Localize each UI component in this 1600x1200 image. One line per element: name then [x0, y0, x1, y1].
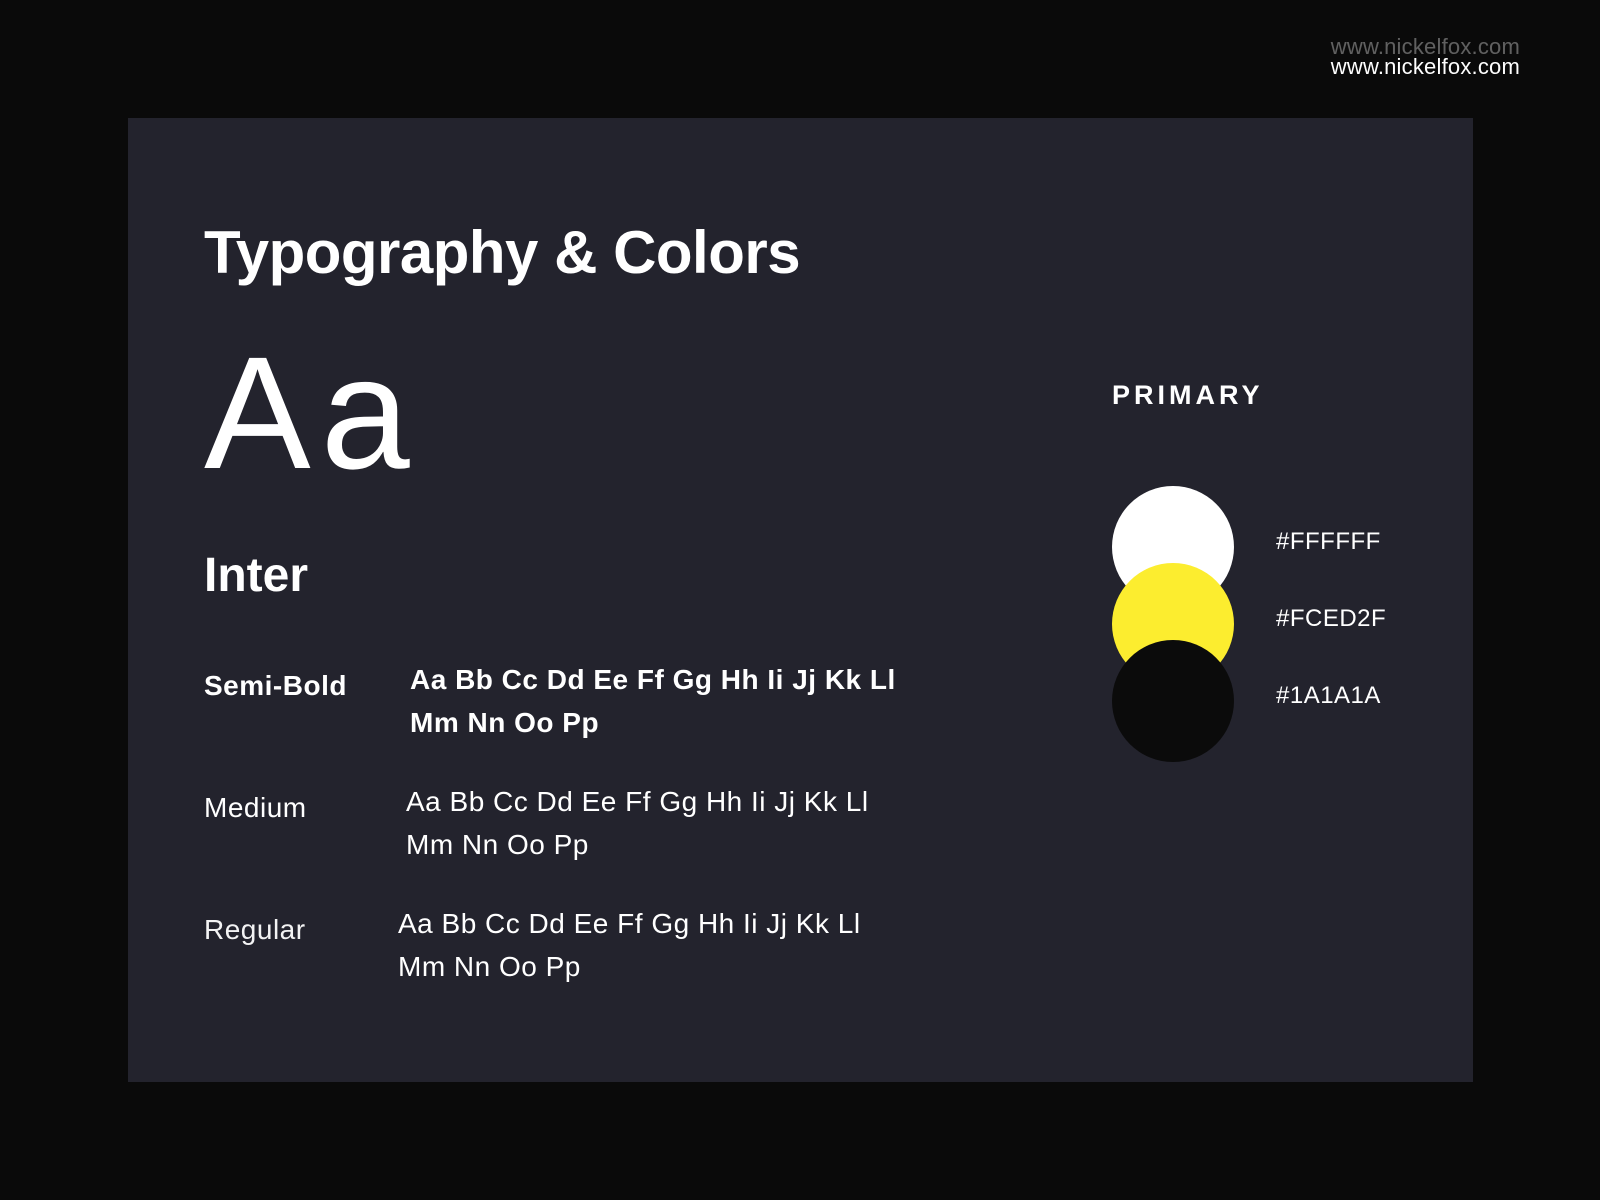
page-title: Typography & Colors	[204, 219, 801, 286]
font-name: Inter	[204, 549, 309, 602]
typography-colors-card: Typography & Colors Aa Inter Semi-Bold A…	[128, 118, 1473, 1082]
hex-code-yellow: #FCED2F	[1276, 605, 1387, 632]
hex-code-black: #1A1A1A	[1276, 682, 1381, 709]
weight-sample-line: Aa Bb Cc Dd Ee Ff Gg Hh Ii Jj Kk Ll	[410, 664, 896, 695]
weight-sample-line: Aa Bb Cc Dd Ee Ff Gg Hh Ii Jj Kk Ll	[406, 786, 869, 817]
color-swatch-black	[1112, 640, 1234, 762]
palette-label: PRIMARY	[1112, 380, 1264, 410]
weight-sample-line: Mm Nn Oo Pp	[406, 829, 589, 860]
weight-sample-line: Aa Bb Cc Dd Ee Ff Gg Hh Ii Jj Kk Ll	[398, 908, 861, 939]
weight-sample: Aa Bb Cc Dd Ee Ff Gg Hh Ii Jj Kk Ll Mm N…	[406, 780, 926, 866]
weight-label: Medium	[204, 792, 307, 823]
weight-sample-line: Mm Nn Oo Pp	[398, 951, 581, 982]
weight-sample: Aa Bb Cc Dd Ee Ff Gg Hh Ii Jj Kk Ll Mm N…	[398, 902, 918, 988]
type-specimen: Aa	[204, 323, 420, 502]
weight-sample-line: Mm Nn Oo Pp	[410, 707, 600, 738]
weight-label: Regular	[204, 914, 306, 945]
hex-code-white: #FFFFFF	[1276, 528, 1381, 555]
site-url[interactable]: www.nickelfox.com	[1331, 54, 1520, 80]
weight-sample: Aa Bb Cc Dd Ee Ff Gg Hh Ii Jj Kk Ll Mm N…	[410, 658, 930, 744]
weight-label: Semi-Bold	[204, 670, 347, 701]
